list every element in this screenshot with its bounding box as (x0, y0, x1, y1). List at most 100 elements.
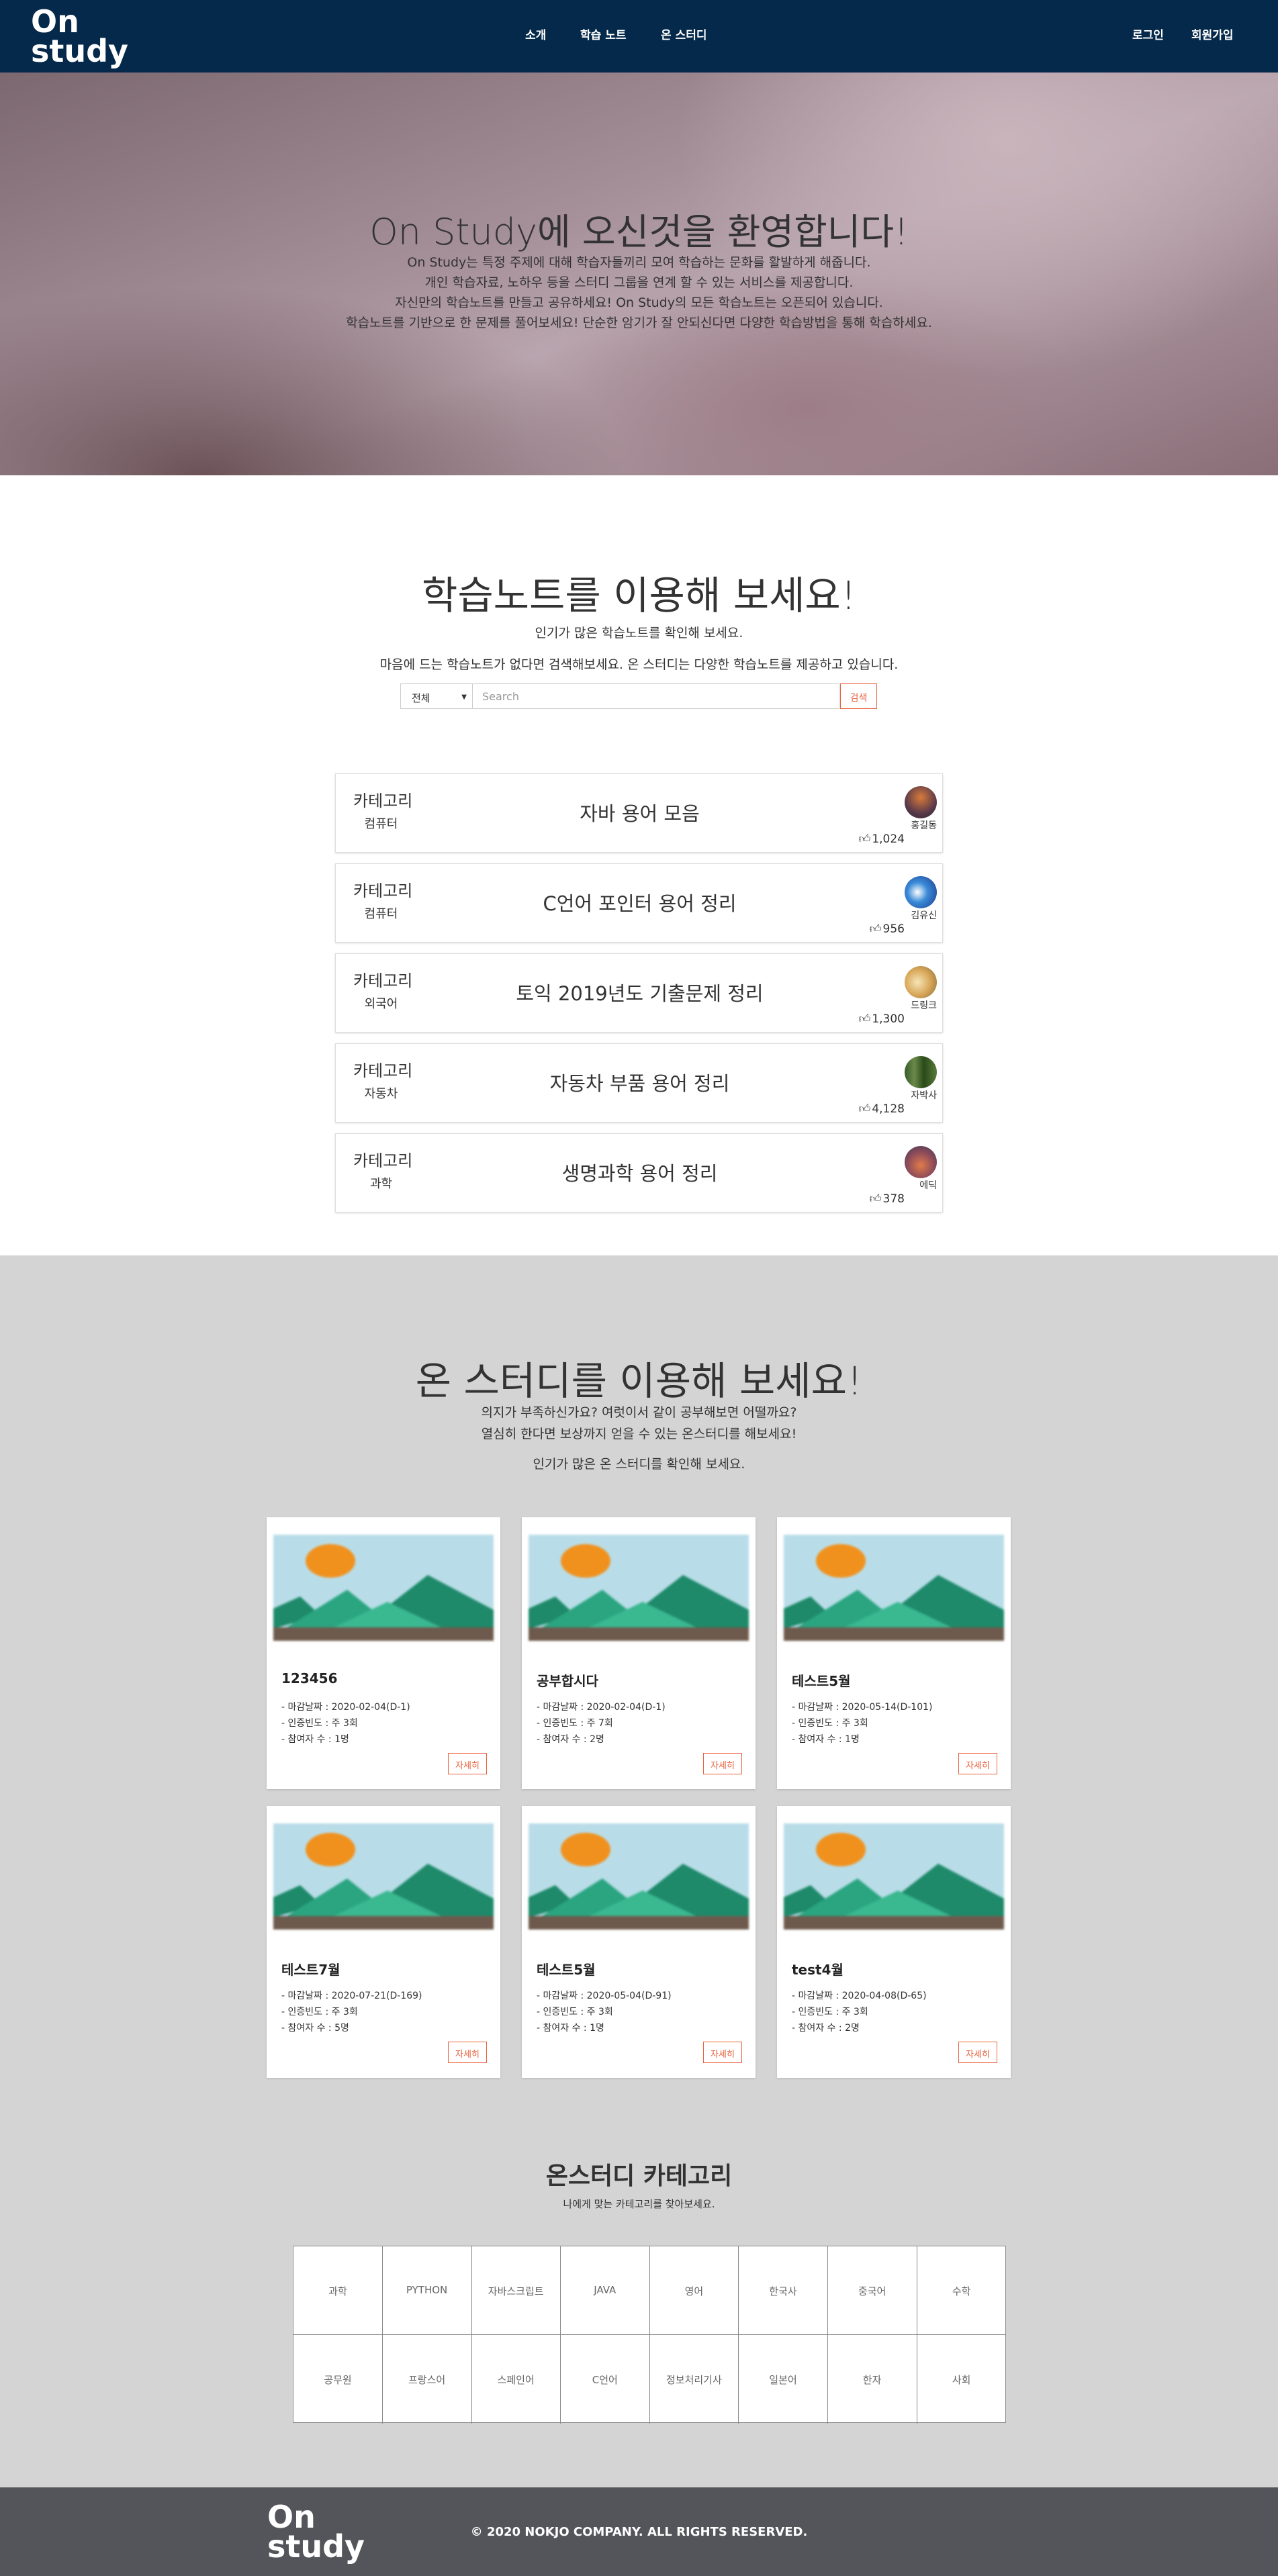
study-thumbnail (784, 1823, 1004, 1929)
category-grid: 과학 PYTHON 자바스크립트 JAVA 영어 한국사 중국어 수학공무원 프랑스어 스페인어 C… (293, 2246, 1007, 2424)
category-item[interactable]: 과학 (293, 2246, 383, 2335)
ground-shape (273, 1627, 494, 1641)
note-likes-count: 378 (882, 1192, 905, 1206)
note-search-bar: 전체 ▼ Search 검색 (400, 683, 877, 710)
study-thumbnail (529, 1535, 749, 1641)
note-card[interactable]: 카테고리 자동차 자동차 부품 용어 정리 자박사 👍︎ 4,128 (335, 1043, 943, 1123)
study-title: 테스트7월 (281, 1962, 340, 1978)
thumbs-up-icon: 👍︎ (869, 922, 882, 936)
study-title: 테스트5월 (537, 1962, 596, 1978)
onstudy-desc-line: 의지가 부족하신가요? 여럿이서 같이 공부해보면 어떨까요? (481, 1405, 797, 1420)
note-likes: 👍︎ 1,300 (859, 1012, 905, 1026)
study-thumbnail (273, 1823, 494, 1929)
category-item[interactable]: 공무원 (293, 2335, 383, 2424)
study-frequency: - 인증빈도 : 주 3회 (281, 1718, 358, 1729)
hero-line: 학습노트를 기반으로 한 문제를 풀어보세요! 단순한 암기가 잘 안되신다면 … (346, 316, 932, 330)
nav-item-onstudy[interactable]: 온 스터디 (661, 26, 706, 42)
category-item[interactable]: PYTHON (382, 2246, 472, 2335)
category-item[interactable]: 스페인어 (471, 2335, 561, 2424)
category-item[interactable]: 한자 (828, 2335, 917, 2424)
notes-subtitle: 인기가 많은 학습노트를 확인해 보세요. (535, 626, 743, 640)
note-title[interactable]: C언어 포인터 용어 정리 (336, 888, 944, 916)
detail-button[interactable]: 자세히 (958, 1753, 997, 1774)
category-item[interactable]: 자바스크립트 (471, 2246, 561, 2335)
study-deadline: - 마감날짜 : 2020-02-04(D-1) (281, 1702, 410, 1713)
category-item[interactable]: 영어 (649, 2246, 739, 2335)
category-item[interactable]: 정보처리기사 (649, 2335, 739, 2424)
study-title: 123456 (281, 1670, 338, 1686)
ground-shape (784, 1916, 1004, 1929)
category-item[interactable]: 일본어 (739, 2335, 828, 2424)
search-category-value: 전체 (412, 692, 430, 704)
ground-shape (529, 1627, 749, 1641)
search-button[interactable]: 검색 (840, 683, 877, 709)
study-frequency: - 인증빈도 : 주 7회 (537, 1718, 613, 1729)
study-members: - 참여자 수 : 2명 (792, 2023, 860, 2034)
note-card[interactable]: 카테고리 컴퓨터 C언어 포인터 용어 정리 김유신 👍︎ 956 (335, 863, 943, 943)
category-item[interactable]: 프랑스어 (383, 2335, 472, 2424)
search-input[interactable]: Search (473, 683, 839, 709)
mountains-graphic (529, 1575, 749, 1629)
study-title: 테스트5월 (792, 1673, 851, 1689)
avatar (905, 786, 937, 818)
avatar (905, 1056, 937, 1088)
note-card[interactable]: 카테고리 과학 생명과학 용어 정리 에딕 👍︎ 378 (335, 1133, 943, 1212)
study-members: - 참여자 수 : 2명 (537, 1734, 604, 1745)
category-item[interactable]: 한국사 (739, 2246, 828, 2335)
note-likes-count: 4,128 (872, 1102, 905, 1116)
notes-section-title: 학습노트를 이용해 보세요! (421, 573, 857, 618)
category-item[interactable]: C언어 (561, 2335, 650, 2424)
category-section-title: 온스터디 카테고리 (545, 2162, 733, 2190)
note-title[interactable]: 토익 2019년도 기출문제 정리 (336, 978, 944, 1006)
onstudy-description: 의지가 부족하신가요? 여럿이서 같이 공부해보면 어떨까요? 열심히 한다면 … (0, 1402, 1278, 1445)
onstudy-section-title: 온 스터디를 이용해 보세요! (415, 1358, 863, 1404)
hero-description: On Study는 특정 주제에 대해 학습자들끼리 모여 학습하는 문화를 활… (0, 252, 1278, 333)
category-item[interactable]: 수학 (917, 2246, 1007, 2335)
login-link[interactable]: 로그인 (1132, 26, 1164, 42)
logo-line2: study (31, 33, 129, 69)
note-card[interactable]: 카테고리 외국어 토익 2019년도 기출문제 정리 드링크 👍︎ 1,300 (335, 953, 943, 1033)
category-item[interactable]: JAVA (560, 2246, 650, 2335)
note-author: 에딕 (919, 1180, 937, 1191)
note-likes: 👍︎ 956 (870, 922, 905, 936)
note-title[interactable]: 자동차 부품 용어 정리 (336, 1068, 944, 1096)
hero-line: On Study는 특정 주제에 대해 학습자들끼리 모여 학습하는 문화를 활… (407, 255, 871, 270)
avatar (905, 876, 937, 908)
search-category-select[interactable]: 전체 ▼ (400, 683, 473, 709)
thumbs-up-icon: 👍︎ (869, 1192, 882, 1206)
note-likes-count: 956 (882, 922, 905, 936)
category-item[interactable]: 사회 (917, 2335, 1006, 2424)
note-title[interactable]: 자바 용어 모음 (336, 798, 944, 826)
detail-button[interactable]: 자세히 (703, 1753, 742, 1774)
note-card[interactable]: 카테고리 컴퓨터 자바 용어 모음 홍길동 👍︎ 1,024 (335, 773, 943, 853)
category-item[interactable]: 중국어 (827, 2246, 917, 2335)
study-thumbnail (273, 1535, 494, 1641)
hero-line: 개인 학습자료, 노하우 등을 스터디 그룹을 연계 할 수 있는 서비스를 제… (424, 275, 854, 290)
note-likes: 👍︎ 4,128 (859, 1102, 905, 1116)
thumbs-up-icon: 👍︎ (858, 1102, 871, 1116)
note-author: 자박사 (911, 1090, 937, 1101)
study-card: 123456 - 마감날짜 : 2020-02-04(D-1) - 인증빈도 : 주… (267, 1517, 500, 1789)
footer: On study © 2020 NOKJO COMPANY. ALL RIGHT… (0, 2487, 1278, 2576)
study-frequency: - 인증빈도 : 주 3회 (281, 2007, 358, 2017)
site-logo[interactable]: On study (31, 4, 128, 68)
study-deadline: - 마감날짜 : 2020-02-04(D-1) (537, 1702, 666, 1713)
detail-button[interactable]: 자세히 (703, 2042, 742, 2063)
onstudy-desc-line: 열심히 한다면 보상까지 얻을 수 있는 온스터디를 해보세요! (481, 1427, 797, 1441)
note-likes: 👍︎ 378 (870, 1192, 905, 1206)
copyright-text: © 2020 NOKJO COMPANY. ALL RIGHTS RESERVE… (470, 2525, 808, 2539)
thumbs-up-icon: 👍︎ (858, 1012, 871, 1026)
nav-item-intro[interactable]: 소개 (525, 26, 546, 42)
mountains-graphic (273, 1575, 494, 1629)
detail-button[interactable]: 자세히 (958, 2042, 997, 2063)
detail-button[interactable]: 자세히 (448, 1753, 487, 1774)
study-members: - 참여자 수 : 5명 (281, 2023, 349, 2034)
note-title[interactable]: 생명과학 용어 정리 (336, 1158, 944, 1186)
nav-item-notes[interactable]: 학습 노트 (580, 26, 626, 42)
detail-button[interactable]: 자세히 (448, 2042, 487, 2063)
hero-banner: On Study에 오신것을 환영합니다! On Study는 특정 주제에 대… (0, 73, 1278, 475)
study-members: - 참여자 수 : 1명 (281, 1734, 349, 1745)
signup-link[interactable]: 회원가입 (1191, 26, 1234, 42)
study-thumbnail (784, 1535, 1004, 1641)
note-author: 드링크 (911, 1000, 937, 1011)
